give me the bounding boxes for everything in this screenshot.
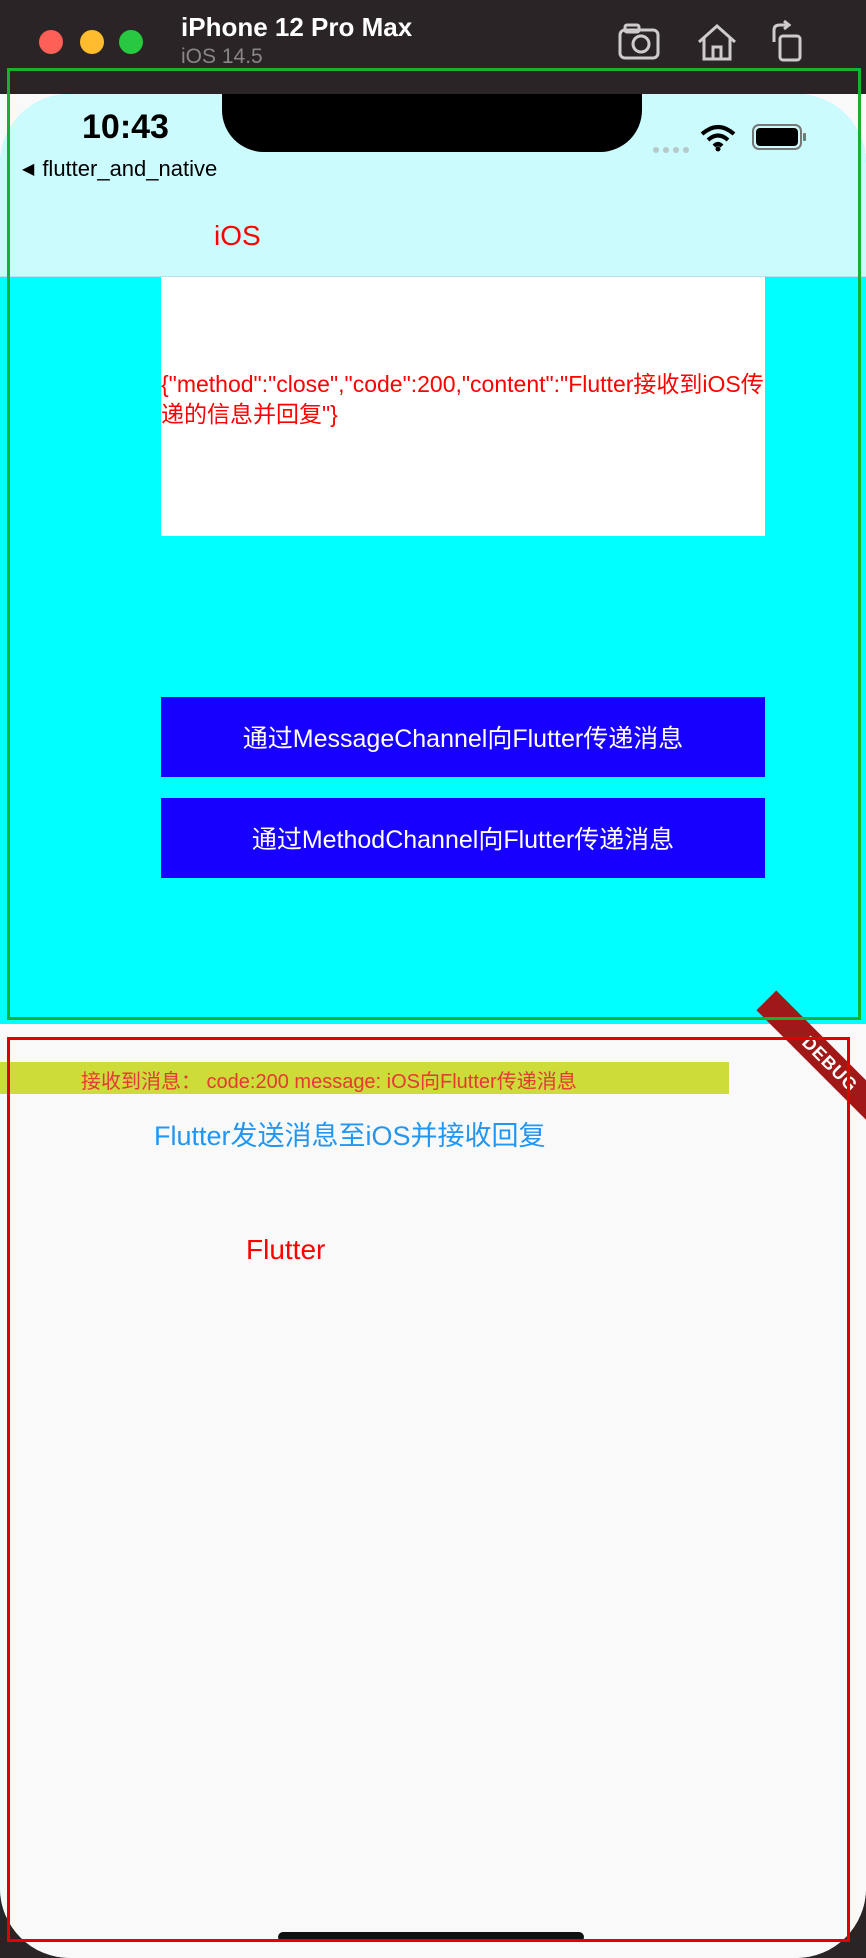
ios-navigation-bar: 10:43 ◀ flutter_and_native iOS (0, 94, 866, 277)
window-subtitle: iOS 14.5 (181, 45, 263, 68)
zoom-window-button[interactable] (119, 30, 143, 54)
home-icon[interactable] (695, 20, 739, 64)
wifi-icon (700, 125, 736, 152)
camera-icon[interactable] (617, 20, 661, 64)
back-to-app-link[interactable]: ◀ flutter_and_native (22, 156, 217, 182)
device-notch (222, 94, 642, 152)
send-via-method-channel-button[interactable]: 通过MethodChannel向Flutter传递消息 (161, 798, 765, 878)
battery-icon (752, 124, 806, 150)
minimize-window-button[interactable] (80, 30, 104, 54)
received-message-text: 接收到消息： code:200 message: iOS向Flutter传递消息 (81, 1071, 577, 1093)
window-title: iPhone 12 Pro Max (181, 12, 413, 42)
simulator-title-bar: iPhone 12 Pro Max iOS 14.5 (0, 0, 866, 94)
received-message-bar: 接收到消息： code:200 message: iOS向Flutter传递消息 (0, 1062, 729, 1094)
ios-label: iOS (214, 220, 261, 251)
ios-native-view: 10:43 ◀ flutter_and_native iOS {"method"… (0, 94, 866, 1024)
cellular-signal-icon (653, 147, 689, 153)
home-indicator[interactable] (278, 1932, 584, 1942)
close-window-button[interactable] (39, 30, 63, 54)
status-time: 10:43 (82, 108, 169, 146)
iphone-screen: 10:43 ◀ flutter_and_native iOS {"method"… (0, 94, 866, 1958)
ios-response-text: {"method":"close","code":200,"content":"… (161, 371, 764, 427)
back-arrow-icon: ◀ (22, 161, 35, 178)
flutter-send-message-button[interactable]: Flutter发送消息至iOS并接收回复 (154, 1114, 546, 1153)
back-app-name: flutter_and_native (42, 156, 218, 181)
ios-response-box: {"method":"close","code":200,"content":"… (161, 277, 765, 536)
flutter-label: Flutter (246, 1234, 326, 1265)
flutter-view: 接收到消息： code:200 message: iOS向Flutter传递消息… (0, 1024, 866, 1958)
send-via-message-channel-button[interactable]: 通过MessageChannel向Flutter传递消息 (161, 697, 765, 777)
rotate-icon[interactable] (766, 20, 810, 64)
